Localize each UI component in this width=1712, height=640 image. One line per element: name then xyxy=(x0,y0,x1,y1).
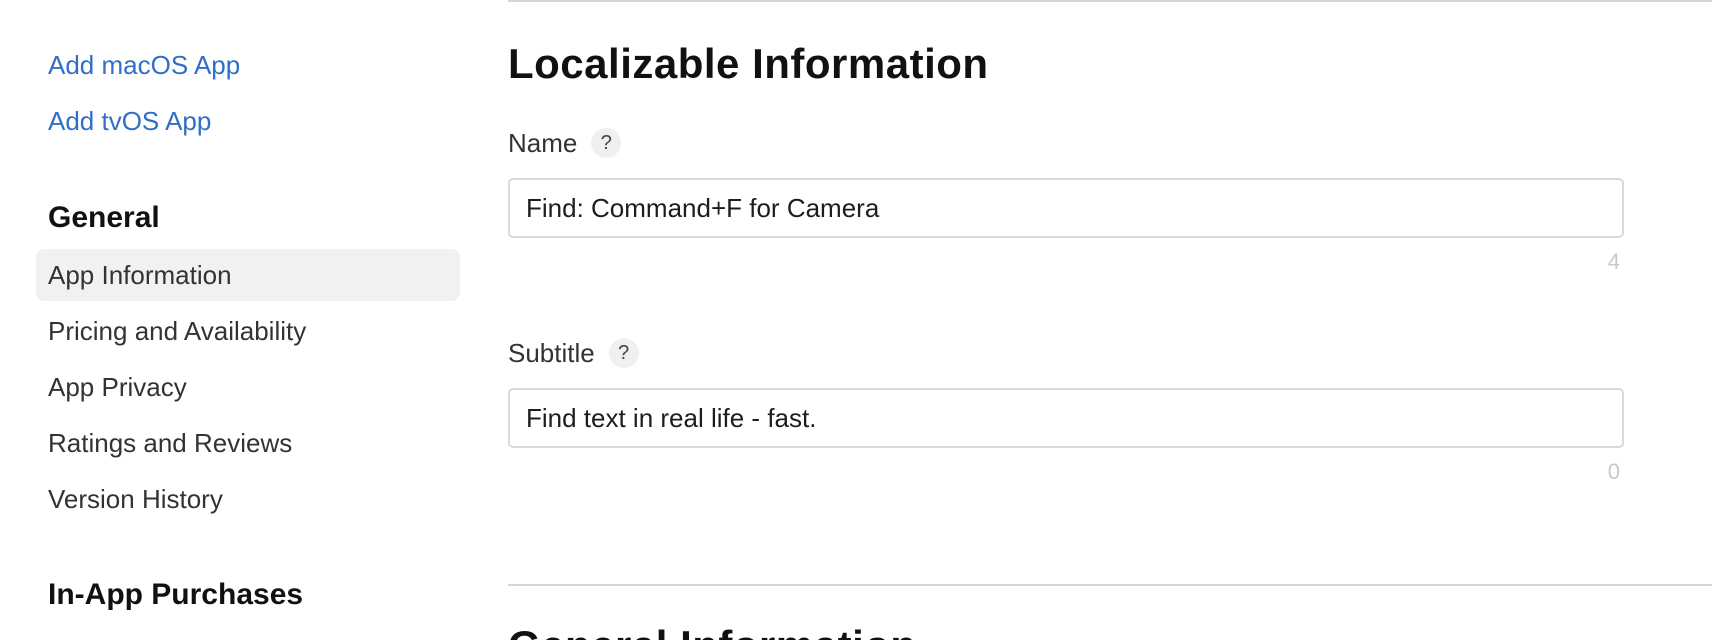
app-store-connect-page: Add macOS App Add tvOS App General App I… xyxy=(0,0,1712,640)
sidebar: Add macOS App Add tvOS App General App I… xyxy=(0,0,470,640)
main-content: Localizable Information Name? 4 Subtitle… xyxy=(508,0,1712,640)
section-title: Localizable Information xyxy=(508,40,989,87)
subtitle-label-text: Subtitle xyxy=(508,338,595,368)
subtitle-input[interactable] xyxy=(508,388,1624,448)
in-app-purchases-heading: In-App Purchases xyxy=(48,578,304,611)
general-heading: General xyxy=(48,201,160,234)
subtitle-help-icon[interactable]: ? xyxy=(608,338,639,369)
subtitle-character-count: 0 xyxy=(1607,459,1620,484)
top-divider xyxy=(508,0,1712,2)
sidebar-item-app-privacy[interactable]: App Privacy xyxy=(36,361,460,413)
name-field-label: Name? xyxy=(508,128,622,160)
sidebar-item-version-history[interactable]: Version History xyxy=(36,473,460,525)
add-tvos-app-link[interactable]: Add tvOS App xyxy=(48,106,211,137)
add-macos-app-link[interactable]: Add macOS App xyxy=(48,50,240,81)
name-help-icon[interactable]: ? xyxy=(591,128,622,159)
name-character-count: 4 xyxy=(1607,249,1620,274)
name-label-text: Name xyxy=(508,128,578,158)
name-input[interactable] xyxy=(508,178,1624,238)
sidebar-item-pricing-and-availability[interactable]: Pricing and Availability xyxy=(36,305,460,357)
subtitle-field-label: Subtitle? xyxy=(508,338,639,370)
section-divider xyxy=(508,584,1712,586)
sidebar-item-ratings-and-reviews[interactable]: Ratings and Reviews xyxy=(36,417,460,469)
next-section-title: General Information xyxy=(508,622,917,640)
sidebar-item-app-information[interactable]: App Information xyxy=(36,249,460,301)
